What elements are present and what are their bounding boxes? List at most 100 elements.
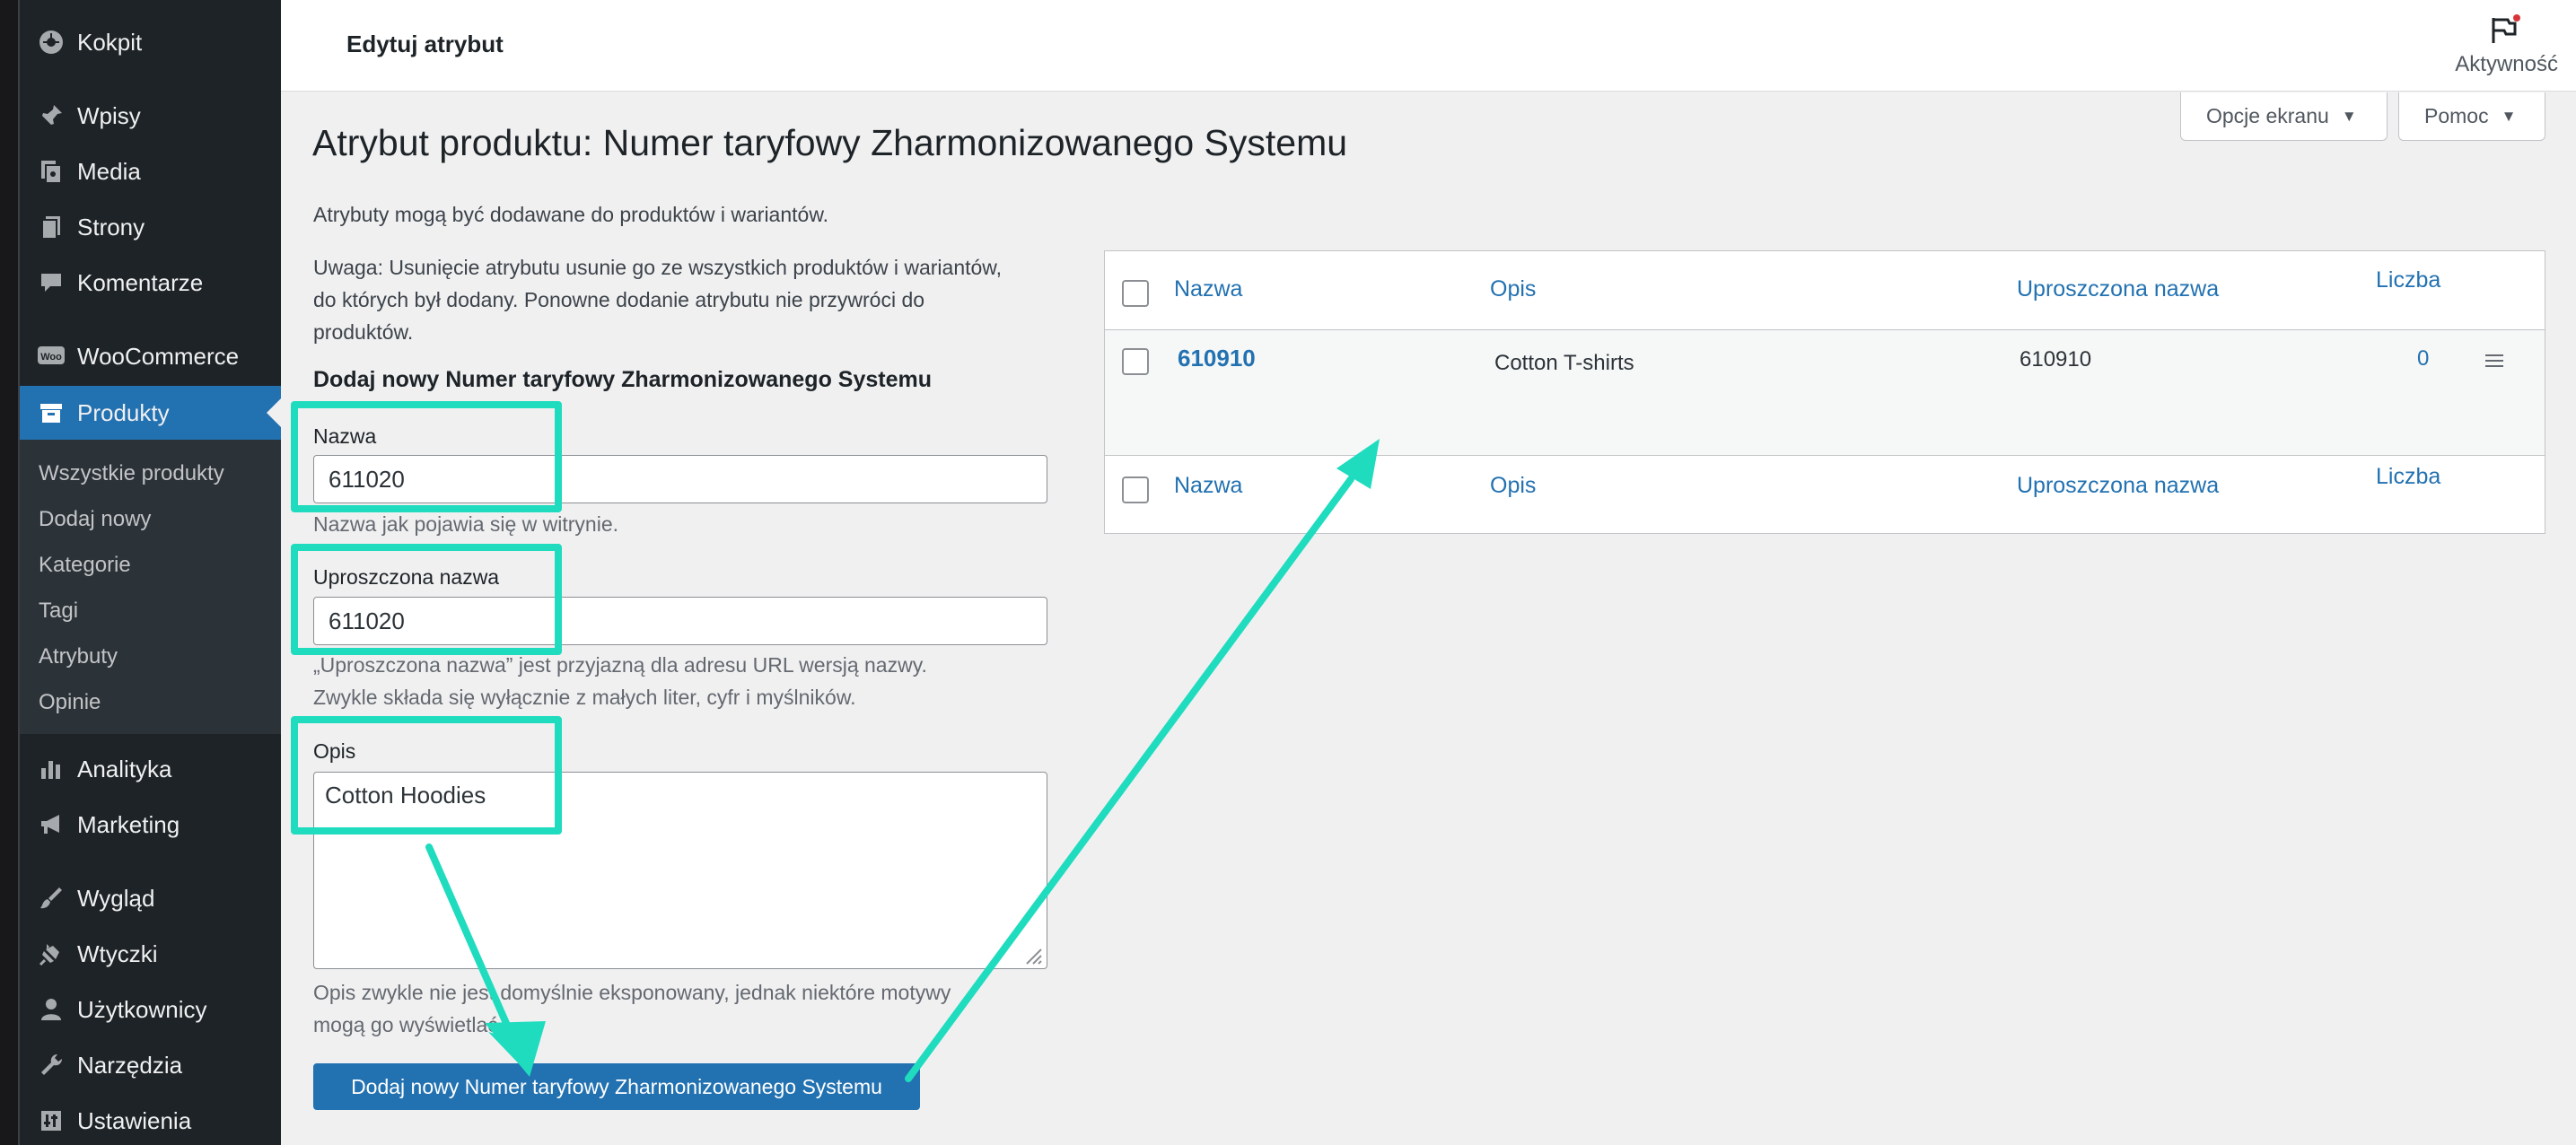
submenu-item-dodaj-nowy[interactable]: Dodaj nowy (39, 507, 151, 532)
sidebar-item-label: Media (77, 157, 141, 185)
sidebar-item-wtyczki[interactable]: Wtyczki (20, 927, 281, 981)
flag-icon (2488, 14, 2520, 49)
page-icon (36, 212, 66, 242)
description-help-line1: Opis zwykle nie jest domyślnie eksponowa… (313, 981, 951, 1004)
arrow-up-to-table (905, 439, 1380, 1082)
activity-button[interactable]: Aktywność (2441, 11, 2558, 83)
sidebar-item-label: Komentarze (77, 268, 204, 296)
woo-icon: Woo (36, 341, 66, 371)
help-button[interactable]: Pomoc ▼ (2398, 92, 2545, 141)
sidebar-item-label: Marketing (77, 810, 180, 838)
sidebar-item-strony[interactable]: Strony (20, 200, 281, 254)
sidebar-item-produkty[interactable]: Produkty (20, 386, 281, 440)
column-footer-count[interactable]: Liczba (2376, 464, 2440, 490)
sidebar-item-narzedzia[interactable]: Narzędzia (20, 1038, 281, 1092)
resize-grip-icon[interactable] (1023, 946, 1043, 966)
row-checkbox[interactable] (1122, 348, 1149, 375)
sidebar-item-media[interactable]: Media (20, 144, 281, 198)
sidebar-item-label: Ustawienia (77, 1106, 192, 1134)
page-root: Kokpit Wpisy Media Strony Komentarze Woo… (0, 0, 2576, 1145)
sidebar-submenu: Wszystkie produkty Dodaj nowy Kategorie … (20, 440, 281, 734)
column-footer-description[interactable]: Opis (1490, 473, 1536, 499)
sidebar-item-label: Wpisy (77, 101, 141, 129)
comment-icon (36, 267, 66, 298)
sidebar-item-label: Analityka (77, 755, 172, 782)
settings-icon (36, 1106, 66, 1136)
submenu-item-atrybuty[interactable]: Atrybuty (39, 644, 118, 669)
media-icon (36, 156, 66, 187)
table-footer: Nazwa Opis Uproszczona nazwa Liczba (1105, 457, 2545, 534)
sidebar-item-uzytkownicy[interactable]: Użytkownicy (20, 983, 281, 1036)
page-title: Atrybut produktu: Numer taryfowy Zharmon… (312, 122, 1348, 163)
notification-dot (2513, 14, 2520, 22)
submenu-item-wszystkie-produkty[interactable]: Wszystkie produkty (39, 461, 224, 486)
sidebar-item-ustawienia[interactable]: Ustawienia (20, 1094, 281, 1145)
add-term-heading: Dodaj nowy Numer taryfowy Zharmonizowane… (313, 367, 933, 392)
column-footer-name[interactable]: Nazwa (1174, 473, 1242, 499)
slug-help-line2: Zwykle składa się wyłącznie z małych lit… (313, 686, 856, 709)
caret-down-icon: ▼ (2501, 107, 2517, 125)
svg-text:Woo: Woo (40, 352, 62, 363)
sidebar-item-label: Narzędzia (77, 1051, 183, 1079)
description-help-line2: mogą go wyświetlać. (313, 1013, 504, 1036)
wrench-icon (36, 1050, 66, 1080)
drag-handle-icon[interactable] (2485, 354, 2503, 367)
sidebar-item-woocommerce[interactable]: Woo WooCommerce (20, 329, 281, 383)
note-text-line3: produktów. (313, 320, 414, 344)
select-all-checkbox[interactable] (1122, 280, 1149, 307)
sidebar-item-label: Strony (77, 213, 145, 240)
column-header-count[interactable]: Liczba (2376, 267, 2440, 293)
sidebar-item-label: Produkty (77, 398, 170, 426)
help-label: Pomoc (2424, 104, 2489, 127)
note-text-line2: do których był dodany. Ponowne dodanie a… (313, 288, 925, 311)
add-term-submit-button[interactable]: Dodaj nowy Numer taryfowy Zharmonizowane… (313, 1063, 920, 1110)
dashboard-icon (36, 27, 66, 57)
sidebar-item-komentarze[interactable]: Komentarze (20, 256, 281, 310)
column-footer-slug[interactable]: Uproszczona nazwa (2017, 473, 2219, 499)
submenu-item-tagi[interactable]: Tagi (39, 599, 78, 624)
sidebar-item-label: Kokpit (77, 28, 143, 56)
term-name-link[interactable]: 610910 (1178, 345, 1256, 372)
screen-options-label: Opcje ekranu (2206, 104, 2329, 127)
note-text-line1: Uwaga: Usunięcie atrybutu usunie go ze w… (313, 256, 1003, 279)
name-help-text: Nazwa jak pojawia się w witrynie. (313, 512, 619, 536)
sidebar-item-analityka[interactable]: Analityka (20, 742, 281, 796)
archive-icon (36, 398, 66, 428)
sidebar-item-label: WooCommerce (77, 342, 240, 370)
screen-options-button[interactable]: Opcje ekranu ▼ (2180, 92, 2388, 141)
caret-down-icon: ▼ (2341, 107, 2357, 125)
highlight-box-slug (291, 544, 562, 655)
terms-table: Nazwa Opis Uproszczona nazwa Liczba 6109… (1104, 250, 2545, 534)
activity-label: Aktywność (2455, 52, 2558, 76)
highlight-box-description (291, 716, 562, 835)
admin-sidebar: Kokpit Wpisy Media Strony Komentarze Woo… (0, 0, 281, 1145)
intro-text: Atrybuty mogą być dodawane do produktów … (313, 203, 829, 226)
user-icon (36, 994, 66, 1025)
sidebar-item-kokpit[interactable]: Kokpit (20, 15, 281, 69)
pin-icon (36, 101, 66, 131)
sidebar-item-label: Użytkownicy (77, 995, 207, 1023)
column-header-description[interactable]: Opis (1490, 276, 1536, 302)
table-row: 610910 Cotton T-shirts 610910 0 (1105, 329, 2545, 456)
submenu-item-kategorie[interactable]: Kategorie (39, 553, 131, 578)
select-all-checkbox-footer[interactable] (1122, 476, 1149, 503)
plugin-icon (36, 939, 66, 969)
highlight-box-name (291, 401, 562, 512)
sidebar-item-wpisy[interactable]: Wpisy (20, 89, 281, 143)
brush-icon (36, 883, 66, 913)
megaphone-icon (36, 809, 66, 840)
sidebar-item-label: Wygląd (77, 884, 155, 912)
chart-icon (36, 754, 66, 784)
column-header-slug[interactable]: Uproszczona nazwa (2017, 276, 2219, 302)
sidebar-edge (0, 0, 20, 1145)
term-count-link[interactable]: 0 (2417, 346, 2429, 371)
header-title: Edytuj atrybut (346, 31, 504, 57)
term-slug: 610910 (2020, 347, 2092, 371)
column-header-name[interactable]: Nazwa (1174, 276, 1242, 302)
sidebar-item-wyglad[interactable]: Wygląd (20, 871, 281, 925)
sidebar-item-label: Wtyczki (77, 940, 158, 967)
sidebar-item-marketing[interactable]: Marketing (20, 798, 281, 852)
table-header: Nazwa Opis Uproszczona nazwa Liczba (1105, 251, 2545, 328)
submenu-item-opinie[interactable]: Opinie (39, 690, 101, 715)
page-header-bar: Edytuj atrybut Aktywność (281, 0, 2576, 92)
